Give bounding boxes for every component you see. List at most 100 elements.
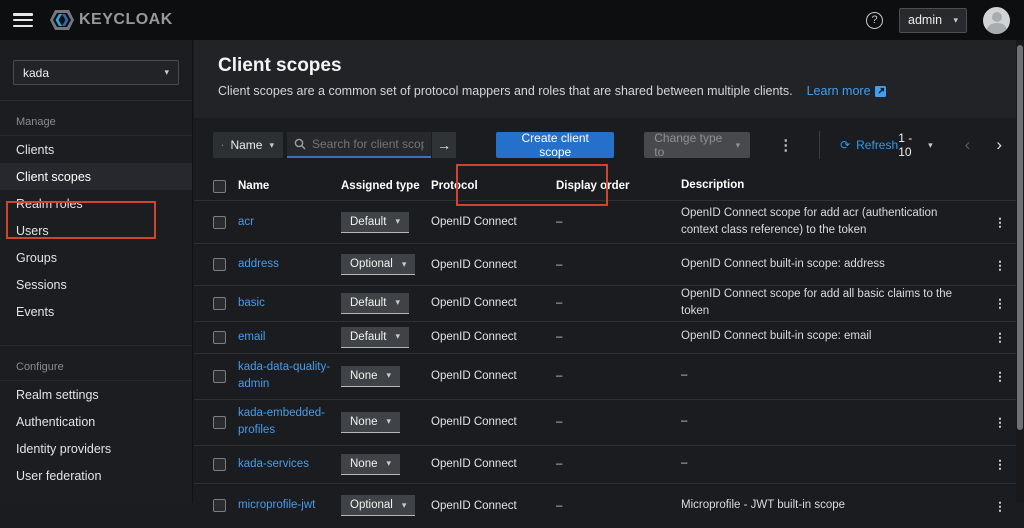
- scope-name-link[interactable]: email: [238, 331, 265, 343]
- user-menu-dropdown[interactable]: admin ▾: [899, 8, 967, 33]
- learn-more-link[interactable]: Learn more: [807, 84, 886, 98]
- page-title: Client scopes: [218, 55, 1024, 77]
- pagination-options-toggle[interactable]: ▾: [928, 141, 933, 150]
- search-submit-button[interactable]: →: [431, 132, 456, 158]
- sidebar-item-sessions[interactable]: Sessions: [0, 271, 192, 298]
- row-checkbox[interactable]: [213, 416, 226, 429]
- row-checkbox[interactable]: [213, 258, 226, 271]
- refresh-label: Refresh: [856, 138, 898, 152]
- protocol-cell: OpenID Connect: [431, 416, 556, 428]
- arrow-right-icon: →: [437, 137, 451, 153]
- sidebar-item-clients[interactable]: Clients: [0, 136, 192, 163]
- description-cell: –: [681, 413, 968, 430]
- client-scopes-table: Name Assigned type Protocol Display orde…: [194, 172, 1024, 528]
- toolbar-kebab-menu[interactable]: ⋮: [772, 136, 799, 154]
- create-client-scope-button[interactable]: Create client scope: [496, 132, 614, 158]
- sidebar-item-events[interactable]: Events: [0, 298, 192, 325]
- sidebar-item-authentication[interactable]: Authentication: [0, 408, 192, 435]
- scope-name-link[interactable]: kada-services: [238, 458, 309, 470]
- protocol-cell: OpenID Connect: [431, 297, 556, 309]
- row-checkbox[interactable]: [213, 370, 226, 383]
- filter-type-dropdown[interactable]: Name ▾: [213, 132, 283, 158]
- protocol-cell: OpenID Connect: [431, 370, 556, 382]
- change-type-label: Change type to: [654, 131, 725, 159]
- sidebar-item-identity-providers[interactable]: Identity providers: [0, 435, 192, 462]
- protocol-cell: OpenID Connect: [431, 259, 556, 271]
- sidebar-item-label: Clients: [16, 143, 54, 157]
- pagination-prev-button[interactable]: ‹: [959, 135, 977, 155]
- protocol-cell: OpenID Connect: [431, 216, 556, 228]
- sidebar-item-groups[interactable]: Groups: [0, 244, 192, 271]
- assigned-type-dropdown[interactable]: Default▾: [341, 212, 409, 233]
- protocol-cell: OpenID Connect: [431, 331, 556, 343]
- kebab-icon: ⋮: [994, 260, 1006, 272]
- chevron-down-icon: ▾: [387, 459, 392, 468]
- kebab-icon: ⋮: [778, 137, 793, 154]
- column-header-name: Name: [238, 178, 341, 195]
- scope-name-link[interactable]: kada-data-quality-admin: [238, 361, 330, 390]
- help-icon[interactable]: ?: [866, 12, 883, 29]
- chevron-down-icon: ▾: [395, 332, 400, 341]
- table-row: kada-data-quality-admin None▾ OpenID Con…: [194, 353, 1024, 399]
- keycloak-logo-icon: [49, 8, 75, 32]
- scope-name-link[interactable]: acr: [238, 216, 254, 228]
- user-menu-label: admin: [908, 13, 942, 27]
- sidebar-item-label: User federation: [16, 469, 101, 483]
- kebab-icon: ⋮: [994, 417, 1006, 429]
- sidebar-item-user-federation[interactable]: User federation: [0, 462, 192, 489]
- row-checkbox[interactable]: [213, 499, 226, 512]
- chevron-down-icon: ▾: [402, 260, 407, 269]
- scope-name-link[interactable]: address: [238, 258, 279, 270]
- assigned-type-value: Optional: [350, 499, 393, 511]
- table-header-row: Name Assigned type Protocol Display orde…: [194, 172, 1024, 200]
- refresh-button[interactable]: ⟳ Refresh: [840, 138, 898, 152]
- assigned-type-dropdown[interactable]: None▾: [341, 454, 400, 475]
- hamburger-menu-icon[interactable]: [13, 13, 33, 27]
- sidebar-item-users[interactable]: Users: [0, 217, 192, 244]
- chevron-down-icon: ▾: [395, 298, 400, 307]
- sidebar-nav: kada ▾ Manage Clients Client scopes Real…: [0, 40, 193, 503]
- page-header: Client scopes Client scopes are a common…: [194, 40, 1024, 118]
- chevron-down-icon: ▾: [395, 217, 400, 226]
- keycloak-logo[interactable]: KEYCLOAK: [49, 8, 173, 32]
- vertical-scrollbar-track[interactable]: [1016, 40, 1024, 503]
- assigned-type-dropdown[interactable]: Default▾: [341, 327, 409, 348]
- display-order-cell: –: [556, 500, 681, 512]
- vertical-scrollbar-thumb[interactable]: [1017, 45, 1023, 430]
- avatar-body-shape: [987, 23, 1007, 34]
- column-header-protocol: Protocol: [431, 180, 556, 192]
- refresh-icon: ⟳: [840, 138, 850, 152]
- row-checkbox[interactable]: [213, 297, 226, 310]
- assigned-type-dropdown[interactable]: None▾: [341, 366, 400, 387]
- sidebar-item-client-scopes[interactable]: Client scopes: [0, 163, 192, 190]
- row-checkbox[interactable]: [213, 331, 226, 344]
- toolbar-divider: [819, 131, 820, 159]
- change-type-dropdown[interactable]: Change type to ▾: [644, 132, 750, 158]
- external-link-icon: [875, 86, 886, 97]
- sidebar-item-realm-roles[interactable]: Realm roles: [0, 190, 192, 217]
- scope-name-link[interactable]: microprofile-jwt: [238, 499, 315, 511]
- realm-selector[interactable]: kada ▾: [13, 60, 179, 85]
- scope-name-link[interactable]: basic: [238, 297, 265, 309]
- row-checkbox[interactable]: [213, 216, 226, 229]
- sidebar-item-realm-settings[interactable]: Realm settings: [0, 381, 192, 408]
- kebab-icon: ⋮: [994, 501, 1006, 513]
- assigned-type-dropdown[interactable]: None▾: [341, 412, 400, 433]
- sidebar-item-label: Authentication: [16, 415, 95, 429]
- avatar[interactable]: [983, 7, 1010, 34]
- assigned-type-value: None: [350, 370, 378, 382]
- select-all-checkbox[interactable]: [213, 180, 226, 193]
- display-order-cell: –: [556, 259, 681, 271]
- sidebar-item-label: Events: [16, 305, 54, 319]
- assigned-type-dropdown[interactable]: Default▾: [341, 293, 409, 314]
- scope-name-link[interactable]: kada-embedded-profiles: [238, 407, 325, 436]
- column-header-assigned-type: Assigned type: [341, 180, 431, 192]
- display-order-cell: –: [556, 458, 681, 470]
- row-checkbox[interactable]: [213, 458, 226, 471]
- description-cell: OpenID Connect scope for add all basic c…: [681, 286, 968, 321]
- assigned-type-dropdown[interactable]: Optional▾: [341, 254, 415, 275]
- pagination-next-button[interactable]: ›: [990, 135, 1008, 155]
- search-input[interactable]: [312, 137, 424, 151]
- nav-section-label-manage: Manage: [0, 101, 192, 136]
- assigned-type-dropdown[interactable]: Optional▾: [341, 495, 415, 516]
